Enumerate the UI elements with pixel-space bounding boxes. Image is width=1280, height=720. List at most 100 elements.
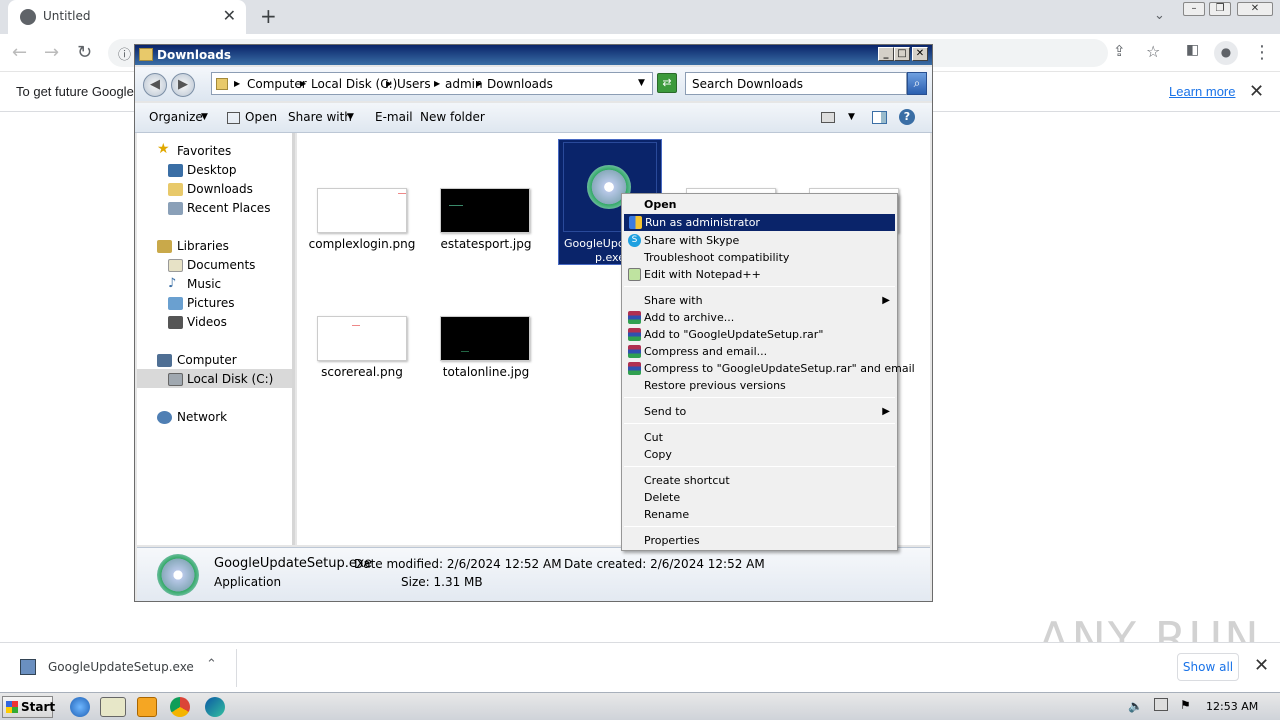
search-input[interactable]: Search Downloads [685,72,907,95]
side-panel-icon[interactable]: ◧ [1186,42,1199,58]
views-icon[interactable] [821,112,835,123]
bookmark-star-icon[interactable]: ☆ [1146,42,1160,61]
breadcrumb[interactable]: ▶ Computer ▶ Local Disk (C:) ▶ Users ▶ a… [211,72,653,95]
close-button[interactable]: ✕ [1237,2,1273,16]
menu-properties[interactable]: Properties [623,532,896,549]
infobar-close-icon[interactable]: ✕ [1249,81,1264,102]
nav-computer[interactable]: Computer [177,353,237,367]
menu-copy[interactable]: Copy [623,446,896,463]
explorer-forward-icon[interactable]: ▶ [171,73,195,97]
open-button[interactable]: Open [245,110,277,124]
refresh-icon[interactable]: ⇄ [657,73,677,93]
learn-more-link[interactable]: Learn more [1169,84,1235,99]
profile-avatar-icon[interactable]: ● [1214,41,1238,65]
breadcrumb-item[interactable]: Local Disk (C:) [311,77,397,91]
menu-compress-email[interactable]: Compress and email... [623,343,896,360]
explorer-maximize-button[interactable]: □ [894,47,910,61]
tab-search-icon[interactable]: ⌄ [1154,8,1165,23]
file-label[interactable]: estatesport.jpg [421,237,551,251]
chrome-icon[interactable] [170,697,190,717]
file-thumbnail[interactable] [317,188,407,233]
winrar-icon [628,362,641,375]
menu-troubleshoot[interactable]: Troubleshoot compatibility [623,249,896,266]
minimize-button[interactable]: – [1183,2,1205,16]
flag-tray-icon[interactable]: ⚑ [1180,698,1191,712]
media-player-icon[interactable] [137,697,157,717]
start-button[interactable]: Start [2,696,55,718]
music-icon: ♪ [168,276,177,291]
menu-add-archive[interactable]: Add to archive... [623,309,896,326]
menu-cut[interactable]: Cut [623,429,896,446]
explorer-minimize-button[interactable]: _ [878,47,894,61]
forward-icon[interactable]: → [44,42,59,63]
nav-network[interactable]: Network [177,410,227,424]
nav-favorites[interactable]: Favorites [177,144,231,158]
menu-compress-rar-email[interactable]: Compress to "GoogleUpdateSetup.rar" and … [623,360,915,377]
dropdown-arrow-icon[interactable]: ▼ [638,78,645,88]
nav-pictures[interactable]: Pictures [187,296,235,310]
file-label[interactable]: complexlogin.png [297,237,427,251]
file-label[interactable]: scorereal.png [297,365,427,379]
menu-share-with[interactable]: Share with ▶ [623,292,896,309]
explorer-taskbar-icon[interactable] [100,697,126,717]
restore-button[interactable]: ❐ [1209,2,1231,16]
menu-send-to[interactable]: Send to ▶ [623,403,896,420]
explorer-titlebar[interactable]: Downloads _ □ ✕ [135,45,932,65]
share-icon[interactable]: ⇪ [1113,42,1126,60]
download-filename[interactable]: GoogleUpdateSetup.exe [48,660,194,674]
browser-tab[interactable]: Untitled ✕ [8,0,246,34]
nav-videos[interactable]: Videos [187,315,227,329]
back-icon[interactable]: ← [12,42,27,63]
volume-icon[interactable]: 🔈 [1128,699,1143,713]
show-all-button[interactable]: Show all [1177,653,1239,681]
nav-libraries[interactable]: Libraries [177,239,229,253]
menu-delete[interactable]: Delete [623,489,896,506]
menu-create-shortcut[interactable]: Create shortcut [623,472,896,489]
nav-local-disk[interactable]: Local Disk (C:) [187,372,273,386]
close-tab-icon[interactable]: ✕ [223,6,236,25]
nav-music[interactable]: Music [187,277,221,291]
email-button[interactable]: E-mail [375,110,413,124]
file-thumbnail[interactable] [440,188,530,233]
info-icon[interactable]: ⓘ [118,44,131,63]
menu-restore[interactable]: Restore previous versions [623,377,896,394]
explorer-close-button[interactable]: ✕ [912,47,928,61]
menu-dots-icon[interactable]: ⋮ [1253,42,1271,63]
share-with-button[interactable]: Share with [288,110,352,124]
menu-open[interactable]: Open [623,196,896,213]
menu-share-skype[interactable]: S Share with Skype [623,232,896,249]
breadcrumb-item[interactable]: Users [397,77,431,91]
network-tray-icon[interactable] [1154,698,1168,711]
file-thumbnail[interactable] [440,316,530,361]
breadcrumb-item[interactable]: Downloads [487,77,553,91]
dropdown-arrow-icon[interactable]: ▼ [848,112,855,122]
clock[interactable]: 12:53 AM [1206,700,1258,713]
menu-run-as-admin[interactable]: Run as administrator [624,214,895,231]
reload-icon[interactable]: ↻ [77,42,92,63]
edge-icon[interactable] [205,697,225,717]
infobar-message: To get future Google [16,84,134,99]
ie-icon[interactable] [70,697,90,717]
explorer-back-icon[interactable]: ◀ [143,73,167,97]
new-folder-button[interactable]: New folder [420,110,485,124]
menu-rename[interactable]: Rename [623,506,896,523]
nav-recent-places[interactable]: Recent Places [187,201,270,215]
nav-documents[interactable]: Documents [187,258,255,272]
menu-add-rar[interactable]: Add to "GoogleUpdateSetup.rar" [623,326,896,343]
search-icon[interactable]: ⌕ [907,72,927,95]
nav-desktop[interactable]: Desktop [187,163,237,177]
file-thumbnail[interactable] [317,316,407,361]
menu-edit-notepad[interactable]: Edit with Notepad++ [623,266,896,283]
menu-label: Create shortcut [644,474,730,487]
preview-pane-icon[interactable] [872,111,887,124]
help-icon[interactable]: ? [899,109,915,125]
downloads-close-icon[interactable]: ✕ [1254,655,1269,676]
organize-button[interactable]: Organize [149,110,203,124]
file-label[interactable]: totalonline.jpg [421,365,551,379]
breadcrumb-item[interactable]: Computer [247,77,307,91]
documents-icon [168,259,183,272]
new-tab-button[interactable]: + [260,4,277,28]
nav-downloads[interactable]: Downloads [187,182,253,196]
chevron-up-icon[interactable]: ⌃ [206,657,217,672]
folder-icon [216,78,228,90]
